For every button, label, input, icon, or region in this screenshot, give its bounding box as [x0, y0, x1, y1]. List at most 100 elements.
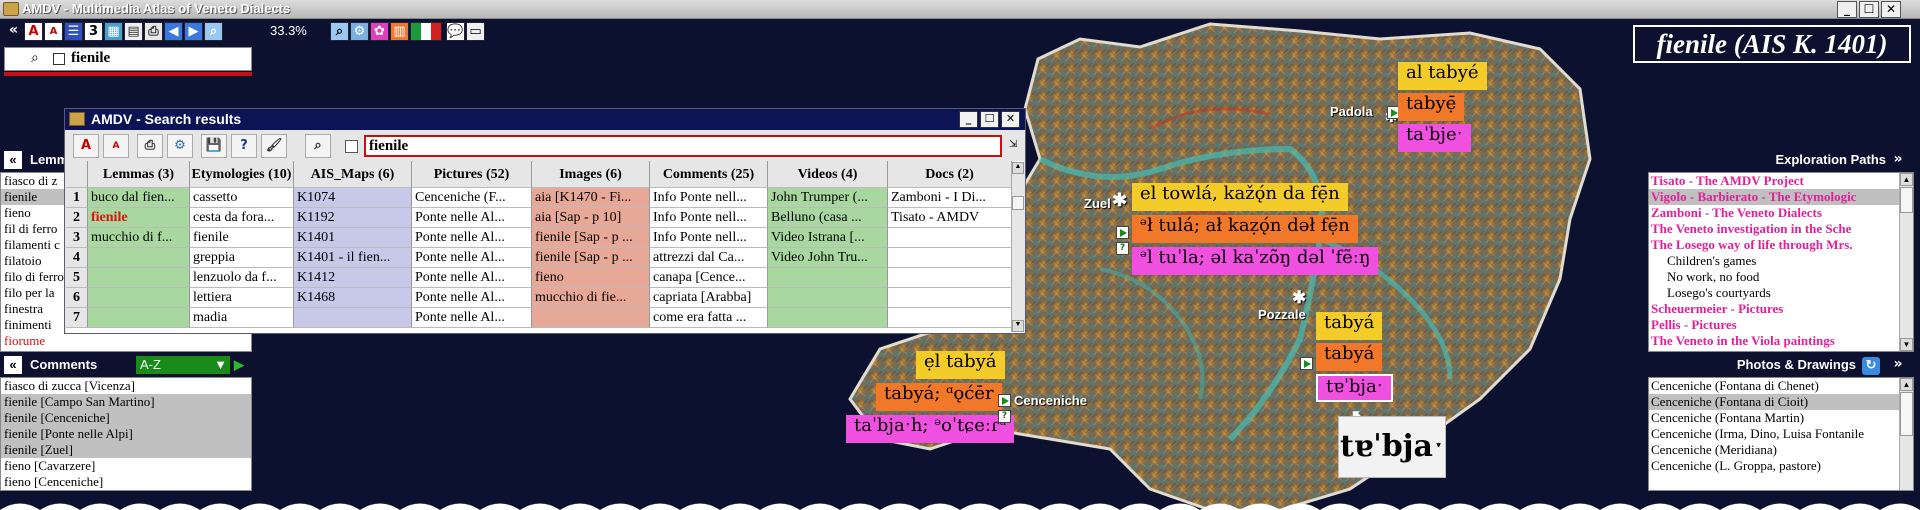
scroll-up-icon[interactable]: ▲ — [1900, 378, 1913, 391]
photo-list-item[interactable]: Cenceniche (Irma, Dino, Luisa Fontanile — [1649, 426, 1913, 442]
maximize-button[interactable]: ☐ — [1859, 1, 1879, 18]
font-smaller-icon[interactable]: A — [44, 22, 63, 41]
exploration-path-item[interactable]: Tisato - The AMDV Project — [1649, 173, 1913, 189]
grid-cell[interactable]: mucchio di fie... — [532, 288, 650, 308]
help-cenceniche-icon[interactable]: ? — [998, 410, 1011, 423]
comment-list-item[interactable]: fienile [Cenceniche] — [1, 410, 251, 426]
list-view-icon[interactable]: ☰ — [64, 22, 83, 41]
grid-cell[interactable] — [768, 288, 888, 308]
place-pozzale[interactable]: Pozzale — [1258, 307, 1306, 322]
color-palette-icon[interactable]: ✿ — [370, 22, 389, 41]
grid-cell[interactable] — [88, 248, 190, 268]
exploration-path-item[interactable]: Zamboni - The Veneto Dialects — [1649, 205, 1913, 221]
column-header[interactable]: AIS_Maps (6) — [294, 161, 412, 188]
grid-cell[interactable]: attrezzi dal Ca... — [650, 248, 768, 268]
scroll-up-icon[interactable]: ▲ — [1900, 173, 1913, 186]
grid-cell[interactable] — [888, 268, 1012, 288]
grid-cell[interactable] — [294, 308, 412, 328]
scroll-thumb[interactable] — [1900, 187, 1913, 213]
grid-cell[interactable]: greppia — [190, 248, 294, 268]
grid-cell[interactable]: lenzuolo da f... — [190, 268, 294, 288]
scroll-thumb[interactable] — [1012, 196, 1024, 210]
grid-cell[interactable]: John Trumper (... — [768, 188, 888, 208]
comment-list-item[interactable]: fiasco di zucca [Vicenza] — [1, 378, 251, 394]
refresh-icon[interactable]: ↻ — [1862, 357, 1880, 375]
search-results-window[interactable]: AMDV - Search results _ ☐ ✕ A A ⎙ ⚙ 💾 ? … — [64, 108, 1026, 334]
collapse-comments-icon[interactable]: « — [4, 356, 22, 374]
zoom-magnifier-icon[interactable]: ⌕ — [330, 22, 349, 41]
comment-list-item[interactable]: fienile [Zuel] — [1, 442, 251, 458]
table-icon[interactable]: ▤ — [124, 22, 143, 41]
scroll-thumb[interactable] — [1900, 392, 1913, 436]
grid-cell[interactable]: K1401 - il fien... — [294, 248, 412, 268]
grid-cell[interactable]: come era fatta ... — [650, 308, 768, 328]
comment-list-item[interactable]: fieno [Cenceniche] — [1, 474, 251, 490]
play-pozzale-icon[interactable] — [1300, 357, 1313, 370]
column-header[interactable]: Images (6) — [532, 161, 650, 188]
exploration-path-item[interactable]: Losego's courtyards — [1649, 285, 1913, 301]
column-header[interactable]: Docs (2) — [888, 161, 1012, 188]
grid-cell[interactable] — [888, 288, 1012, 308]
photo-list-item[interactable]: Cenceniche (Fontana di Chenet) — [1649, 378, 1913, 394]
grid-cell[interactable]: fienile [Sap - p ... — [532, 248, 650, 268]
window-title-bar[interactable]: AMDV - Multimedia Atlas of Veneto Dialec… — [0, 0, 1920, 19]
back-arrow-icon[interactable]: ◀ — [164, 22, 183, 41]
legend-icon[interactable]: ▥ — [390, 22, 409, 41]
play-zuel-icon[interactable] — [1116, 226, 1129, 239]
photo-list-item[interactable]: Cenceniche (Fontana di Cioit) — [1649, 394, 1913, 410]
search-results-input[interactable]: fienile — [364, 135, 1002, 157]
grid-cell[interactable]: Video John Tru... — [768, 248, 888, 268]
search-window-title[interactable]: AMDV - Search results — [65, 109, 1025, 130]
minimize-button[interactable]: _ — [1837, 1, 1857, 18]
form-pozzale-3[interactable]: tɐˈbjaˑ — [1316, 374, 1393, 402]
search-magnifier-icon[interactable]: ⌕ — [305, 134, 331, 158]
results-grid[interactable]: Lemmas (3) Etymologies (10) AIS_Maps (6) Pi… — [66, 161, 1024, 333]
grid-cell[interactable] — [768, 268, 888, 288]
grid-cell[interactable]: K1468 — [294, 288, 412, 308]
column-header[interactable]: Pictures (52) — [412, 161, 532, 188]
play-sort-icon[interactable]: ▶ — [234, 357, 244, 373]
resize-corner-icon[interactable]: ⇲ — [1009, 139, 1017, 150]
grid-cell[interactable] — [88, 268, 190, 288]
sort-select[interactable]: A-Z ▼ — [136, 356, 230, 374]
play-cenceniche-icon[interactable] — [998, 394, 1011, 407]
search-font-smaller-icon[interactable]: A — [103, 134, 129, 158]
grid-cell[interactable]: Info Ponte nell... — [650, 208, 768, 228]
settings-gears-icon[interactable]: ⚙ — [350, 22, 369, 41]
search-checkbox[interactable] — [53, 53, 65, 65]
grid-cell[interactable]: canapa [Cence... — [650, 268, 768, 288]
grid-cell[interactable]: Belluno (casa ... — [768, 208, 888, 228]
photo-list-item[interactable]: Cenceniche (Fontana Martin) — [1649, 410, 1913, 426]
close-button[interactable]: ✕ — [1881, 1, 1901, 18]
place-zuel[interactable]: Zuel — [1084, 196, 1111, 211]
zoom-tool-icon[interactable]: ⌕ — [204, 22, 223, 41]
font-larger-icon[interactable]: A — [24, 22, 43, 41]
search-print-icon[interactable]: ⎙ — [137, 134, 163, 158]
comments-list[interactable]: fiasco di zucca [Vicenza] fienile [Campo … — [0, 377, 252, 491]
comment-list-item[interactable]: fienile [Campo San Martino] — [1, 394, 251, 410]
help-icon[interactable]: ? — [231, 134, 257, 158]
save-icon[interactable]: 💾 — [201, 134, 227, 158]
grid-cell[interactable]: Video Istrana [... — [768, 228, 888, 248]
grid-scrollbar[interactable]: ▲ ▼ — [1011, 162, 1024, 332]
grid-cell[interactable] — [768, 308, 888, 328]
column-header[interactable]: Etymologies (10) — [190, 161, 294, 188]
expand-photos-icon[interactable]: » — [1888, 356, 1908, 374]
photo-list-item[interactable]: Cenceniche (Meridiana) — [1649, 442, 1913, 458]
column-header[interactable]: Comments (25) — [650, 161, 768, 188]
grid-cell[interactable]: Ponte nelle Al... — [412, 268, 532, 288]
grid-cell[interactable]: Zamboni - I Di... — [888, 188, 1012, 208]
help-zuel-icon[interactable]: ? — [1116, 242, 1129, 255]
scroll-down-icon[interactable]: ▼ — [1012, 320, 1024, 332]
grid-cell[interactable] — [888, 308, 1012, 328]
grid-cell[interactable]: K1074 — [294, 188, 412, 208]
grid-cell[interactable]: K1192 — [294, 208, 412, 228]
lemma-list-item[interactable]: fiorume — [1, 333, 251, 349]
scroll-down-icon[interactable]: ▼ — [1900, 338, 1913, 351]
collapse-toolbar-icon[interactable]: « — [4, 22, 23, 41]
place-padola[interactable]: Padola — [1330, 104, 1373, 119]
grid-cell[interactable]: capriata [Arabba] — [650, 288, 768, 308]
grid-cell[interactable]: fienile — [190, 228, 294, 248]
grid-cell[interactable]: Ponte nelle Al... — [412, 208, 532, 228]
grid-cell[interactable] — [88, 288, 190, 308]
